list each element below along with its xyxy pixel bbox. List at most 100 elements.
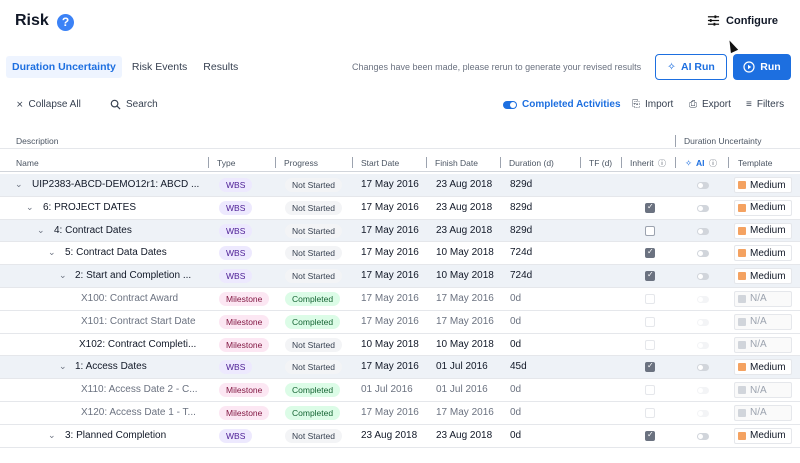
template-value: N/A [750,339,767,351]
na-swatch [738,386,746,395]
filters-button[interactable]: ≡ Filters [746,99,784,110]
chevron-down-icon[interactable]: ⌄ [48,247,56,258]
export-button[interactable]: ⎙ Export [689,99,731,110]
duration-value: 724d [510,247,533,259]
help-icon[interactable]: ? [57,14,74,31]
column-start-date[interactable]: Start Date [361,158,399,168]
ai-toggle[interactable] [697,227,709,235]
ai-toggle[interactable] [697,204,709,212]
table-row[interactable]: ⌄ 2: Start and Completion ... WBS Not St… [0,265,800,288]
chevron-down-icon[interactable]: ⌄ [59,361,67,372]
ai-toggle[interactable] [697,273,709,281]
table-row[interactable]: ⌄ 4: Contract Dates WBS Not Started 17 M… [0,219,800,243]
template-select[interactable]: Medium [734,222,792,239]
column-name[interactable]: Name [16,158,39,168]
progress-badge: Not Started [285,223,342,238]
progress-badge: Not Started [285,200,342,215]
template-select[interactable]: Medium [734,359,792,376]
column-resize-handle[interactable] [621,157,622,168]
column-resize-handle[interactable] [500,157,501,168]
collapse-all-button[interactable]: ⨯ Collapse All [16,99,81,110]
sparkle-icon: ✧ [685,158,693,168]
search-button[interactable]: Search [110,99,158,110]
table-row[interactable]: ⌄ UIP2383-ABCD-DEMO12r1: ABCD ... WBS No… [0,174,800,197]
inherit-checkbox[interactable] [645,225,655,236]
chevron-down-icon[interactable]: ⌄ [37,225,45,236]
template-select[interactable]: Medium [734,177,792,193]
inherit-checkbox [645,407,655,418]
column-resize-handle[interactable] [580,157,581,168]
template-select[interactable]: Medium [734,268,792,285]
column-inherit[interactable]: Inherit [630,158,654,168]
column-template[interactable]: Template [738,158,773,168]
template-select: N/A [734,336,792,353]
template-select[interactable]: Medium [734,427,792,444]
table-row[interactable]: X102: Contract Completi... Milestone Not… [0,334,800,357]
top-bar: Risk ? Configure [0,0,800,46]
inherit-checkbox[interactable] [645,247,655,259]
column-tf[interactable]: TF (d) [589,158,612,168]
template-value: Medium [750,430,786,442]
activity-name: 5: Contract Data Dates [65,247,167,259]
inherit-checkbox[interactable] [645,361,655,373]
import-button[interactable]: ⎘ Import [632,99,673,110]
inherit-checkbox[interactable] [645,270,655,282]
column-type[interactable]: Type [217,158,235,168]
column-finish-date[interactable]: Finish Date [435,158,478,168]
column-resize-handle[interactable] [352,157,353,168]
duration-value: 829d [510,201,533,213]
tab-results[interactable]: Results [197,56,244,78]
column-resize-handle[interactable] [208,157,209,168]
duration-value: 0d [510,429,522,441]
tab-risk-events[interactable]: Risk Events [126,56,193,78]
info-icon[interactable]: ⓘ [709,158,717,169]
start-date: 17 May 2016 [361,201,419,213]
configure-button[interactable]: Configure [707,14,778,27]
template-value: N/A [750,407,767,419]
start-date: 17 May 2016 [361,270,419,282]
chevron-down-icon[interactable]: ⌄ [15,179,23,190]
table-row[interactable]: X101: Contract Start Date Milestone Comp… [0,311,800,334]
chevron-down-icon[interactable]: ⌄ [59,270,67,281]
inherit-checkbox[interactable] [645,430,655,441]
ai-run-button[interactable]: ✧ AI Run [655,54,727,80]
start-date: 17 May 2016 [361,315,419,327]
template-select[interactable]: Medium [734,199,792,216]
column-resize-handle[interactable] [426,157,427,168]
column-resize-handle[interactable] [275,157,276,168]
table-row[interactable]: X120: Access Date 1 - T... Milestone Com… [0,402,800,425]
column-resize-handle[interactable] [675,157,676,168]
template-value: Medium [750,179,786,191]
column-duration[interactable]: Duration (d) [509,158,554,168]
finish-date: 23 Aug 2018 [436,224,493,236]
column-ai[interactable]: AI [696,158,705,168]
table-row[interactable]: ⌄ 3: Planned Completion WBS Not Started … [0,425,800,448]
finish-date: 01 Jul 2016 [436,361,488,373]
table-row[interactable]: ⌄ 1: Access Dates WBS Not Started 17 May… [0,356,800,380]
duration-value: 0d [510,292,522,304]
ai-toggle[interactable] [697,432,709,440]
template-value: Medium [750,247,786,259]
completed-activities-toggle[interactable]: Completed Activities [503,99,621,110]
tab-duration-uncertainty[interactable]: Duration Uncertainty [6,56,122,78]
chevron-down-icon[interactable]: ⌄ [48,430,56,441]
table-row[interactable]: ⌄ 6: PROJECT DATES WBS Not Started 17 Ma… [0,197,800,220]
ai-toggle[interactable] [697,182,709,189]
ai-toggle [697,409,709,417]
import-label: Import [645,99,674,110]
toggle-icon [503,100,517,109]
ai-toggle[interactable] [697,250,709,258]
inherit-checkbox[interactable] [645,202,655,213]
template-value: Medium [750,225,786,237]
run-button[interactable]: Run [733,54,791,80]
chevron-down-icon[interactable]: ⌄ [26,202,34,213]
template-select[interactable]: Medium [734,245,792,262]
info-icon[interactable]: ⓘ [658,158,666,169]
table-row[interactable]: ⌄ 5: Contract Data Dates WBS Not Started… [0,242,800,266]
column-progress[interactable]: Progress [284,158,318,168]
table-row[interactable]: X110: Access Date 2 - C... Milestone Com… [0,379,800,402]
finish-date: 10 May 2018 [436,247,494,259]
column-resize-handle[interactable] [728,157,729,168]
ai-toggle[interactable] [697,364,709,372]
table-row[interactable]: X100: Contract Award Milestone Completed… [0,288,800,311]
